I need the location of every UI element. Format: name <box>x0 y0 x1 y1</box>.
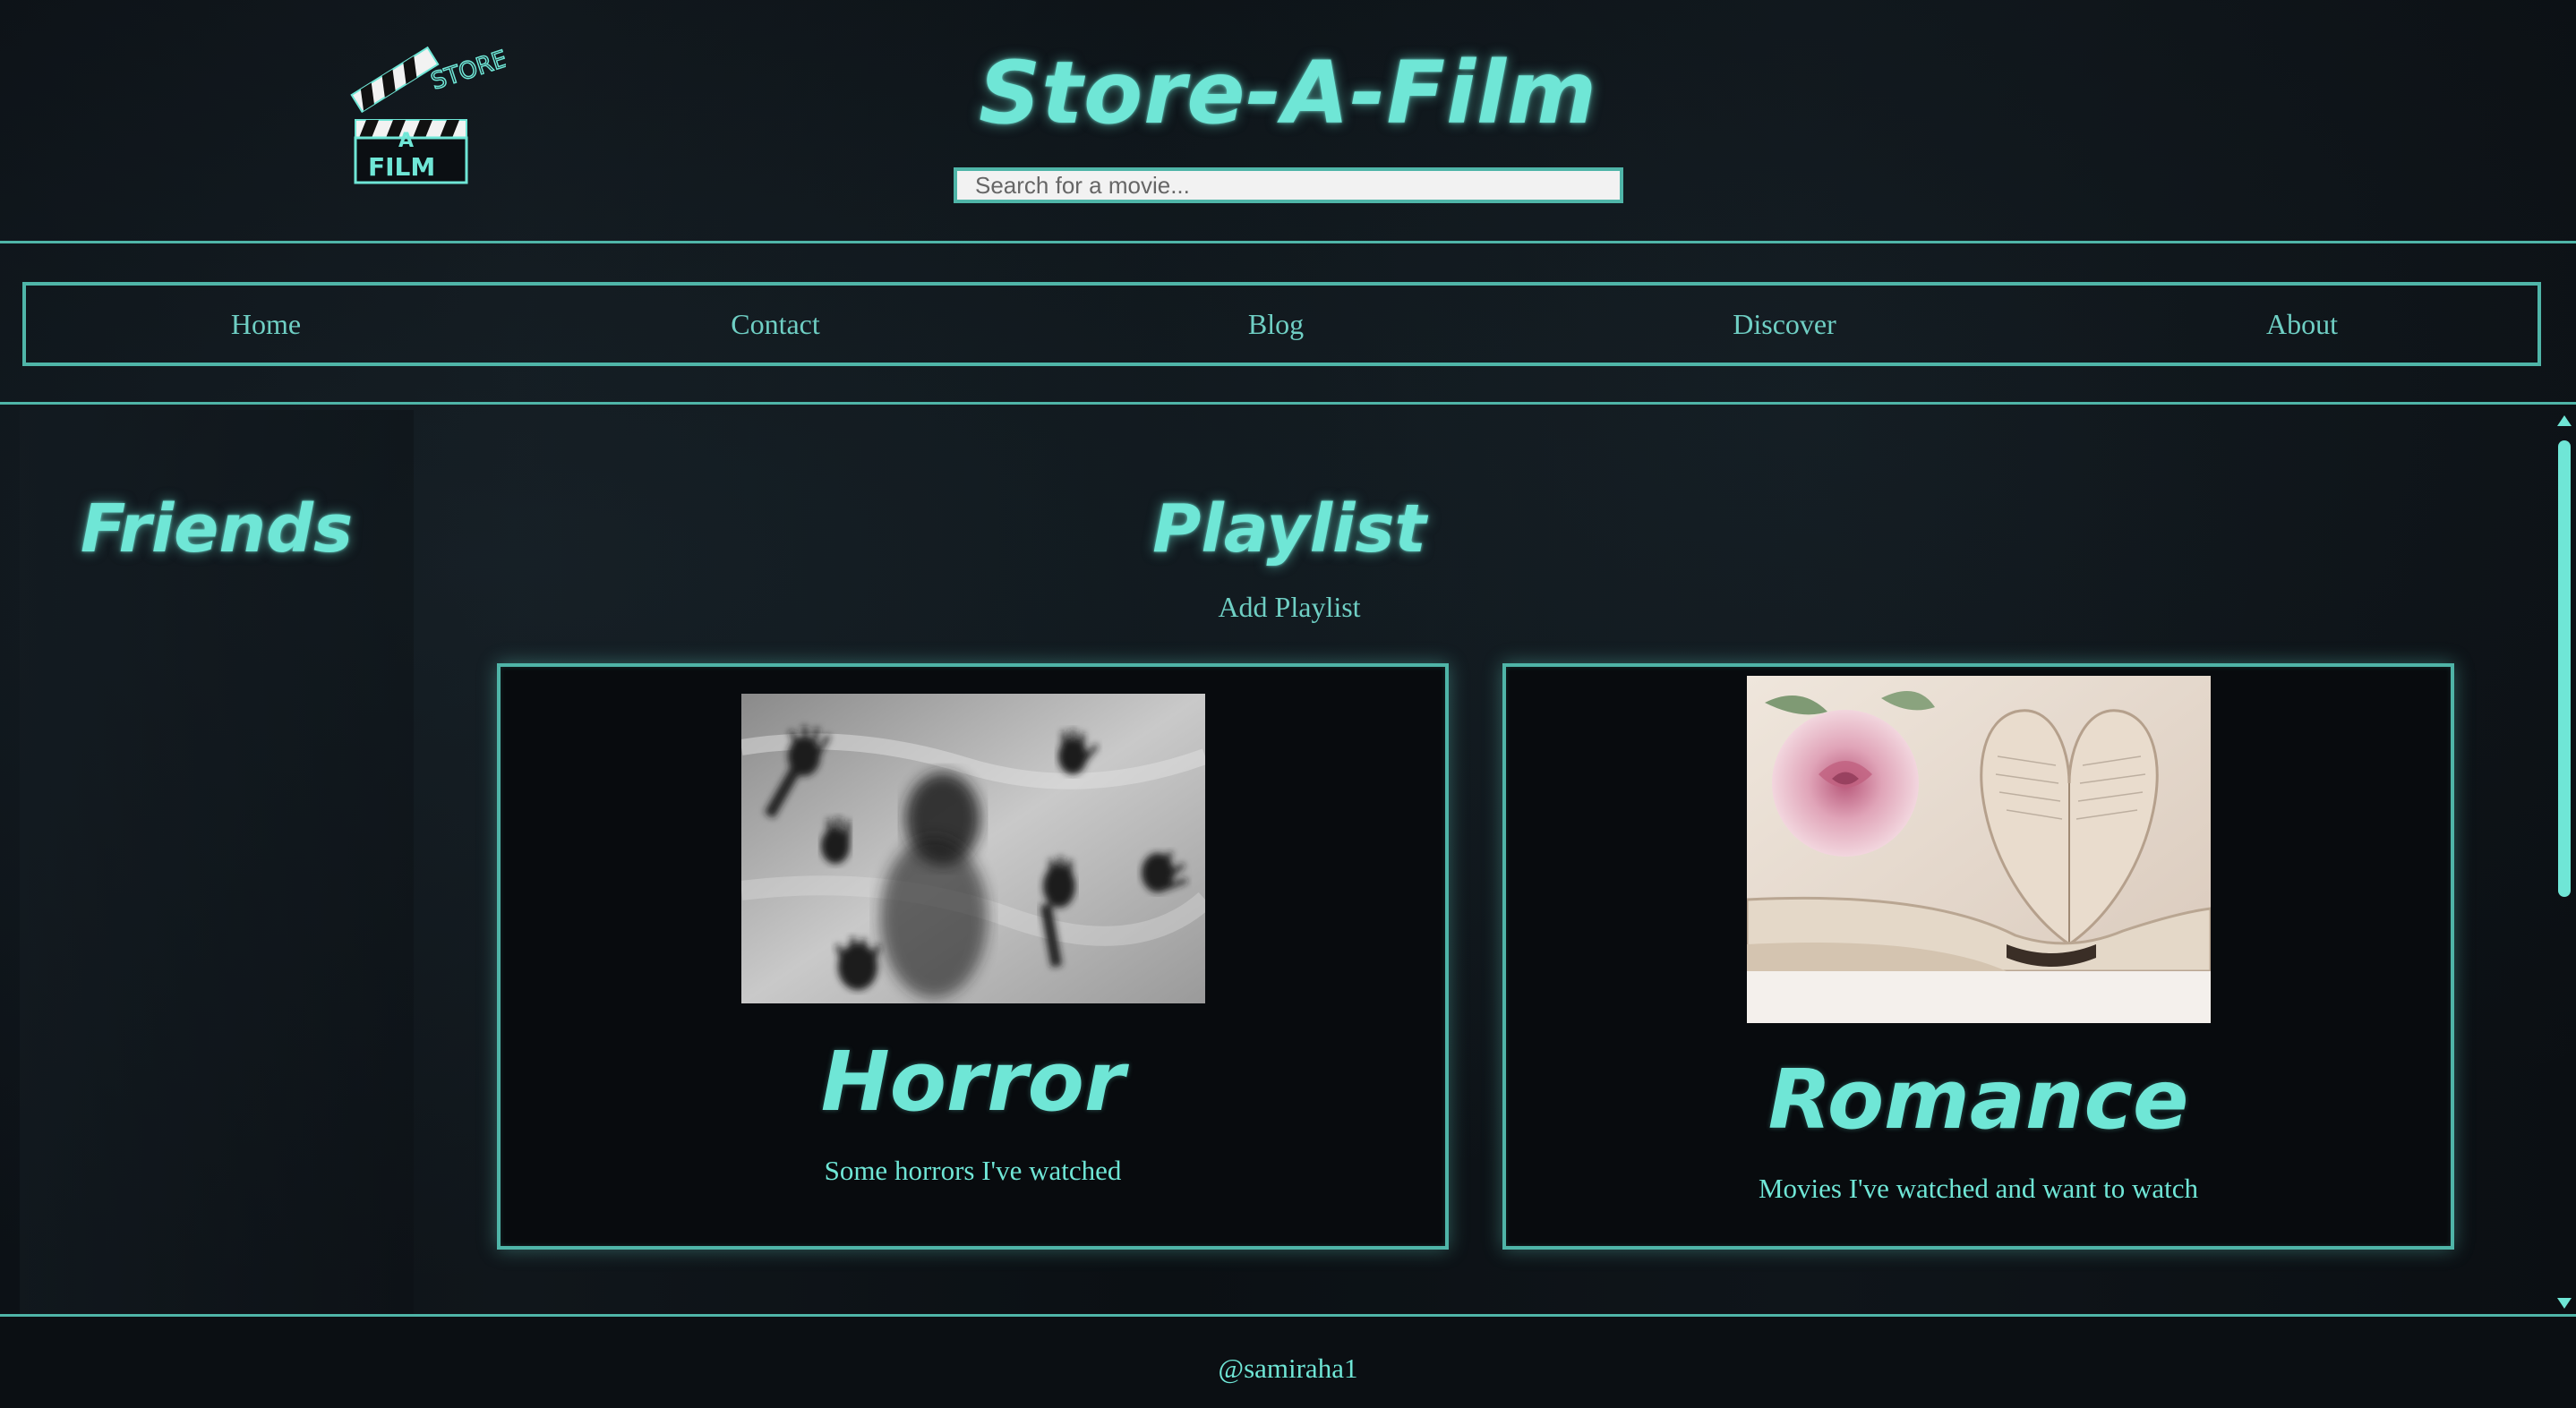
hands-behind-sheet-image <box>740 694 1205 1003</box>
nav-item-about[interactable]: About <box>2266 286 2338 363</box>
card-title-romance: Romance <box>1767 1052 2189 1148</box>
nav-item-discover[interactable]: Discover <box>1733 286 1836 363</box>
site-footer: @samiraha1 <box>0 1317 2576 1408</box>
playlist-card-romance[interactable]: Romance Movies I've watched and want to … <box>1502 663 2454 1250</box>
add-playlist-link[interactable]: Add Playlist <box>1155 591 1424 624</box>
main-nav: Home Contact Blog Discover About <box>22 282 2541 366</box>
card-description-horror: Some horrors I've watched <box>824 1155 1122 1186</box>
scroll-down-arrow-icon[interactable] <box>2557 1298 2572 1309</box>
card-title-horror: Horror <box>820 1034 1125 1130</box>
friends-title: Friends <box>80 491 354 567</box>
nav-item-contact[interactable]: Contact <box>731 286 820 363</box>
main-content: Friends Playlist Add Playlist Horror Som… <box>0 410 2576 1314</box>
card-description-romance: Movies I've watched and want to watch <box>1758 1173 2199 1204</box>
scrollbar-thumb[interactable] <box>2558 440 2571 897</box>
friends-sidebar: Friends <box>20 410 414 1314</box>
playlist-title: Playlist <box>1152 491 1426 567</box>
header-divider <box>0 241 2576 243</box>
search-input[interactable] <box>954 167 1623 203</box>
playlist-card-horror[interactable]: Horror Some horrors I've watched <box>497 663 1449 1250</box>
main-scrollbar[interactable] <box>2553 410 2576 1314</box>
rose-and-heart-book-image <box>1746 676 2211 1023</box>
nav-item-blog[interactable]: Blog <box>1248 286 1304 363</box>
site-header: STORE A FILM Store-A-Film <box>0 0 2576 242</box>
logo-bottom-text: FILM <box>368 152 435 182</box>
nav-divider <box>0 402 2576 405</box>
footer-handle: @samiraha1 <box>1218 1353 1358 1384</box>
site-title: Store-A-Film <box>979 43 1597 143</box>
scroll-up-arrow-icon[interactable] <box>2557 415 2572 426</box>
nav-item-home[interactable]: Home <box>231 286 301 363</box>
